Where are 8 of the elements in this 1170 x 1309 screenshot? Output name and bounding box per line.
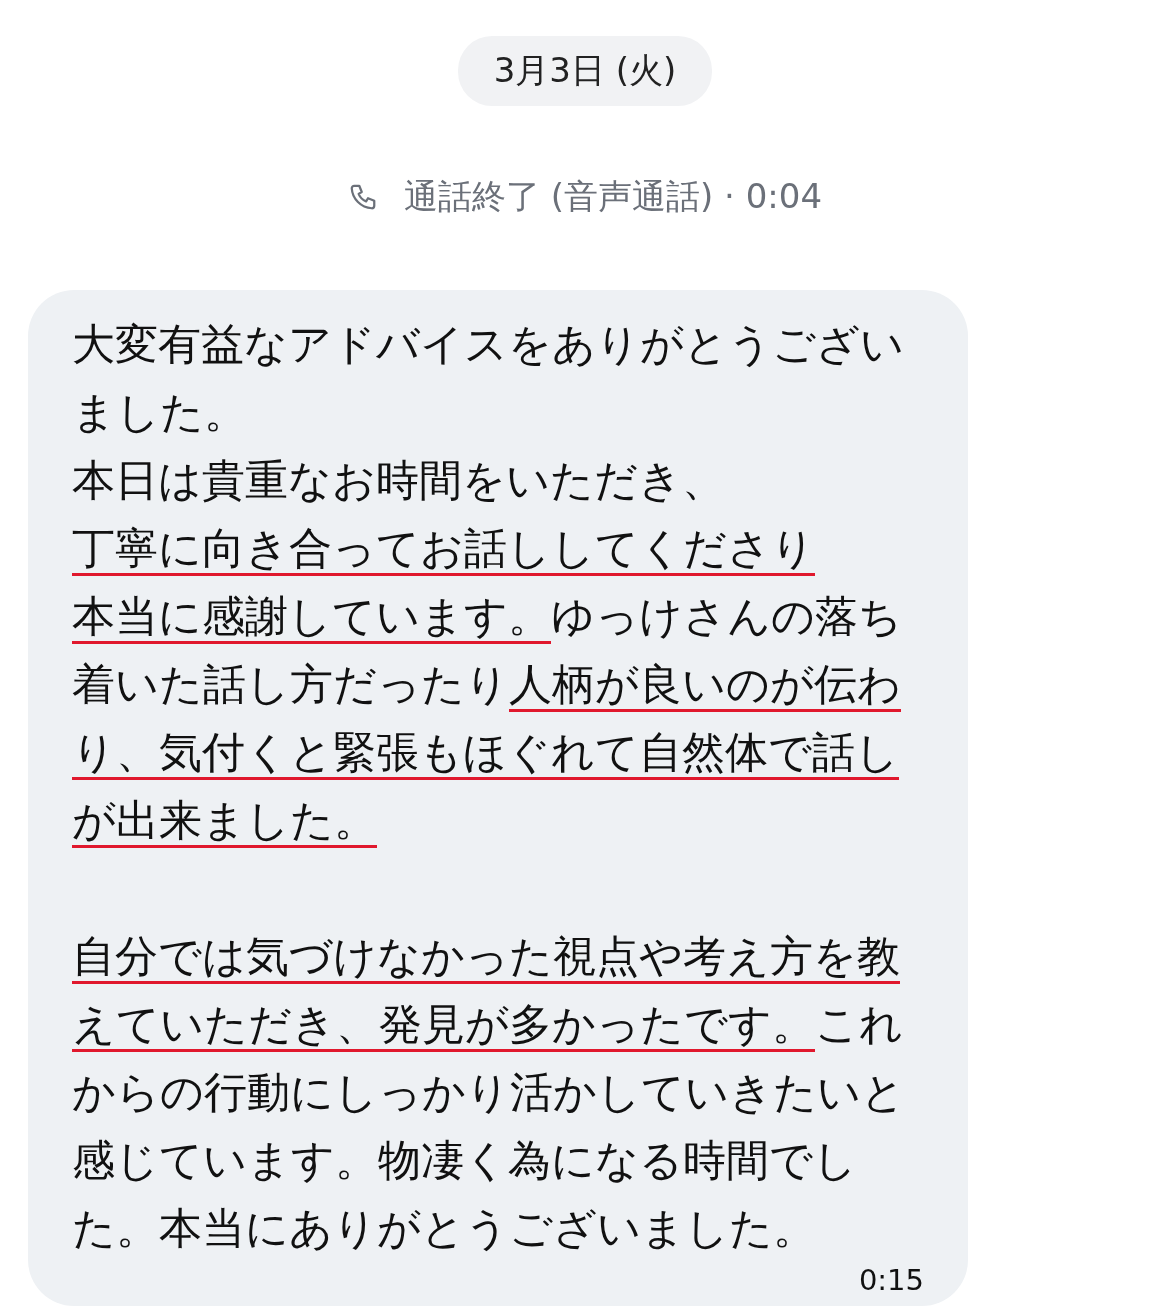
date-label: 3月3日 (火) bbox=[457, 36, 713, 106]
message-text: 自分では気づけなかった視点や考え方を教えていただき、発見が多かったです。これからの行動にしっかり活かしていきたいと感じています。物凄く為になる時間でした。本当にありがとうございました。 bbox=[72, 930, 906, 1255]
call-ended-text: 通話終了 (音声通話) · 0:04 bbox=[403, 175, 823, 218]
message-text: 大変有益なアドバイスをありがとうございました。 bbox=[72, 318, 905, 439]
message-text: 本日は貴重なお時間をいただき、 bbox=[72, 454, 726, 507]
message-text: 本当に感謝しています。ゆっけさんの落ち着いた話し方だったり 人柄が良いのが伝わり、気付くと緊張もほぐれて自然体で話しが出来ました。 bbox=[72, 590, 903, 847]
message-time: 0:15 bbox=[858, 1262, 924, 1298]
message-text: 丁寧に向き合ってお話ししてくださり bbox=[72, 522, 816, 575]
